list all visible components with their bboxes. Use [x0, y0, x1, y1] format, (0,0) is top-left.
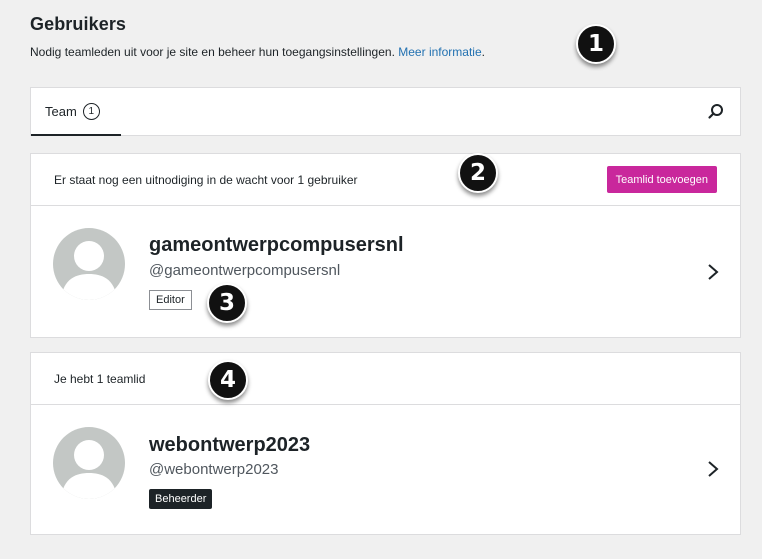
team-members-header: Je hebt 1 teamlid: [31, 353, 740, 405]
callout-badge-4: 4: [208, 360, 248, 400]
pending-invite-message: Er staat nog een uitnodiging in de wacht…: [54, 172, 358, 187]
subtitle-period: .: [481, 45, 485, 59]
default-avatar-icon: [53, 228, 125, 300]
user-handle: @gameontwerpcompusersnl: [149, 262, 341, 279]
more-info-link[interactable]: Meer informatie: [398, 45, 481, 59]
tab-team-count: 1: [82, 102, 100, 120]
callout-badge-2: 2: [458, 153, 498, 193]
tab-team[interactable]: Team 1: [31, 88, 121, 136]
subtitle-text: Nodig teamleden uit voor je site en behe…: [30, 45, 395, 59]
team-members-card: Je hebt 1 teamlid webontwerp2023 @webont…: [30, 352, 741, 535]
page-header: Gebruikers Nodig teamleden uit voor je s…: [30, 14, 730, 59]
team-tabbar: Team 1: [30, 87, 741, 136]
user-handle: @webontwerp2023: [149, 461, 279, 478]
callout-badge-1: 1: [576, 24, 616, 64]
page-title: Gebruikers: [30, 14, 127, 34]
user-name: webontwerp2023: [149, 434, 311, 456]
role-badge-admin: Beheerder: [149, 489, 213, 509]
search-icon: [708, 104, 723, 119]
team-user-row[interactable]: webontwerp2023 @webontwerp2023 Beheerder: [31, 405, 740, 535]
default-avatar-icon: [53, 427, 125, 499]
page-subtitle: Nodig teamleden uit voor je site en behe…: [30, 45, 730, 59]
pending-user-row[interactable]: gameontwerpcompusersnl @gameontwerpcompu…: [31, 206, 740, 336]
pending-invite-card: Er staat nog een uitnodiging in de wacht…: [30, 153, 741, 338]
chevron-right-icon: [708, 264, 719, 280]
user-name: gameontwerpcompusersnl: [149, 234, 404, 256]
chevron-right-icon: [708, 461, 719, 477]
team-count-message: Je hebt 1 teamlid: [54, 371, 146, 386]
add-teammember-button[interactable]: Teamlid toevoegen: [606, 166, 717, 193]
pending-invite-header: Er staat nog een uitnodiging in de wacht…: [31, 154, 740, 206]
callout-badge-3: 3: [207, 283, 247, 323]
search-button[interactable]: [706, 102, 726, 122]
role-badge-editor: Editor: [149, 290, 192, 310]
tab-team-label: Team: [45, 103, 77, 119]
